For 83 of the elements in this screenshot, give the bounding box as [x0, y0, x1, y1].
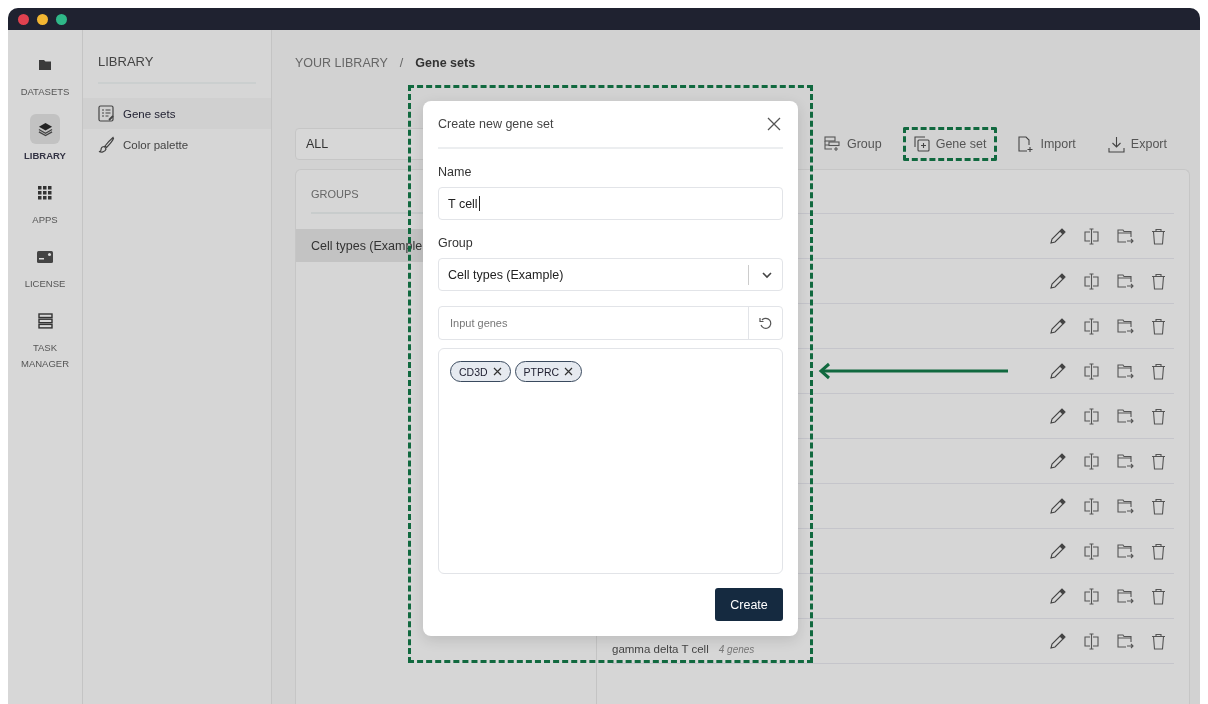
split-icon[interactable] — [1083, 227, 1100, 245]
trash-icon[interactable] — [1151, 362, 1166, 380]
nav-label[interactable]: LIBRARY — [17, 148, 73, 164]
gene-tag[interactable]: CD3D — [450, 361, 511, 382]
nav-label[interactable]: TASK MANAGER — [17, 340, 73, 372]
split-icon[interactable] — [1083, 587, 1100, 605]
pencil-icon[interactable] — [1049, 632, 1066, 650]
list-edit-icon — [98, 105, 115, 122]
download-icon — [1107, 135, 1125, 153]
chevron-down-icon — [761, 270, 773, 279]
sidebar-item[interactable]: Gene sets — [83, 98, 271, 129]
column-heading: GROUPS — [311, 188, 359, 200]
split-icon[interactable] — [1083, 542, 1100, 560]
split-icon[interactable] — [1083, 497, 1100, 515]
dialog-title: Create new gene set — [438, 117, 554, 131]
toolbar-button[interactable]: Gene set — [902, 127, 998, 161]
trash-icon[interactable] — [1151, 452, 1166, 470]
toolbar-button[interactable]: Group — [812, 127, 893, 161]
gene-count: 4 genes — [718, 644, 755, 655]
split-icon[interactable] — [1083, 272, 1100, 290]
folder-move-icon[interactable] — [1117, 317, 1134, 335]
folder-move-icon[interactable] — [1117, 407, 1134, 425]
pencil-icon[interactable] — [1049, 272, 1066, 290]
trash-icon[interactable] — [1151, 542, 1166, 560]
field-label: Name — [438, 165, 473, 179]
gene-set-name[interactable]: gamma delta T cell — [612, 643, 709, 656]
genes-input-field[interactable]: Input genes — [438, 306, 783, 340]
breadcrumb-separator: / — [399, 56, 404, 70]
field-label: Group — [438, 236, 474, 250]
trash-icon[interactable] — [1151, 317, 1166, 335]
trash-icon[interactable] — [1151, 227, 1166, 245]
breadcrumb-current: Gene sets — [415, 56, 476, 70]
pencil-icon[interactable] — [1049, 362, 1066, 380]
name-field[interactable]: T cell — [438, 187, 783, 220]
folder-move-icon[interactable] — [1117, 362, 1134, 380]
toolbar-button[interactable]: Export — [1096, 126, 1178, 162]
trash-icon[interactable] — [1151, 587, 1166, 605]
reset-icon — [758, 316, 773, 330]
gene-tag[interactable]: PTPRC — [514, 361, 583, 382]
maximize-window-icon[interactable] — [56, 13, 67, 25]
pencil-icon[interactable] — [1049, 317, 1066, 335]
folder-move-icon[interactable] — [1117, 497, 1134, 515]
pencil-icon[interactable] — [1049, 227, 1066, 245]
folder-move-icon[interactable] — [1117, 587, 1134, 605]
group-add-icon — [823, 136, 841, 152]
folder-move-icon[interactable] — [1117, 452, 1134, 470]
split-icon[interactable] — [1083, 317, 1100, 335]
brush-icon — [98, 136, 115, 153]
group-select[interactable]: Cell types (Example) — [438, 258, 783, 291]
pencil-icon[interactable] — [1049, 587, 1066, 605]
split-icon[interactable] — [1083, 632, 1100, 650]
remove-icon[interactable] — [492, 367, 502, 376]
split-icon[interactable] — [1083, 407, 1100, 425]
folder-move-icon[interactable] — [1117, 227, 1134, 245]
folder-move-icon[interactable] — [1117, 632, 1134, 650]
trash-icon[interactable] — [1151, 272, 1166, 290]
folder-move-icon[interactable] — [1117, 272, 1134, 290]
breadcrumb-link[interactable]: YOUR LIBRARY — [295, 56, 388, 70]
create-button[interactable]: Create — [715, 588, 783, 621]
trash-icon[interactable] — [1151, 407, 1166, 425]
close-window-icon[interactable] — [18, 13, 29, 25]
toolbar-button[interactable]: Import — [1007, 126, 1087, 162]
pencil-icon[interactable] — [1049, 407, 1066, 425]
nav-label[interactable]: APPS — [17, 212, 73, 228]
minimize-window-icon[interactable] — [37, 13, 48, 25]
genes-input[interactable]: Input genes — [439, 307, 748, 339]
layers-icon[interactable] — [30, 114, 60, 144]
file-add-icon — [1018, 135, 1035, 153]
trash-icon[interactable] — [1151, 632, 1166, 650]
remove-icon[interactable] — [564, 367, 574, 376]
copy-add-icon — [913, 136, 930, 152]
pencil-icon[interactable] — [1049, 542, 1066, 560]
folder-move-icon[interactable] — [1117, 542, 1134, 560]
nav-label[interactable]: DATASETS — [17, 84, 73, 100]
sidebar-item[interactable]: Color palette — [83, 129, 271, 160]
pencil-icon[interactable] — [1049, 497, 1066, 515]
split-icon[interactable] — [1083, 452, 1100, 470]
trash-icon[interactable] — [1151, 497, 1166, 515]
sidebar-title: LIBRARY — [98, 54, 256, 84]
split-icon[interactable] — [1083, 362, 1100, 380]
nav-label[interactable]: LICENSE — [17, 276, 73, 292]
close-icon[interactable] — [767, 117, 781, 131]
pencil-icon[interactable] — [1049, 452, 1066, 470]
